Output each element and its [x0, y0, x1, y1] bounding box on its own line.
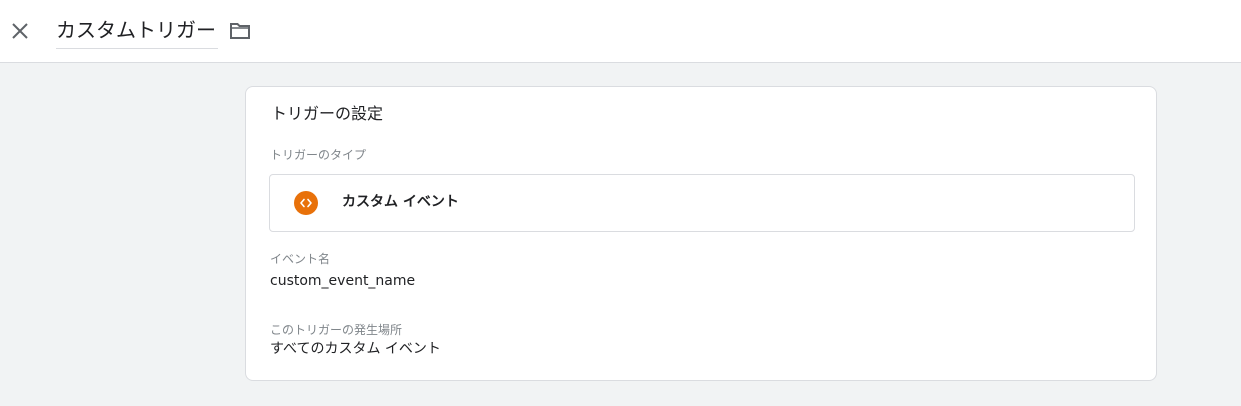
- folder-button[interactable]: [228, 19, 252, 43]
- trigger-name-input[interactable]: カスタムトリガー: [56, 14, 218, 49]
- card-title: トリガーの設定: [271, 104, 384, 123]
- trigger-type-name: カスタム イベント: [342, 194, 459, 210]
- fires-on-label: このトリガーの発生場所: [270, 323, 403, 337]
- code-brackets-icon: [294, 191, 318, 215]
- trigger-type-selector[interactable]: カスタム イベント: [269, 174, 1135, 232]
- event-name-value: custom_event_name: [270, 273, 416, 289]
- folder-icon: [230, 23, 250, 39]
- trigger-configuration-card: トリガーの設定 トリガーのタイプ カスタム イベント イベント名 custom_…: [245, 86, 1157, 381]
- close-button[interactable]: [8, 19, 32, 43]
- editor-header: カスタムトリガー: [0, 0, 1241, 63]
- fires-on-value: すべてのカスタム イベント: [270, 341, 441, 357]
- close-icon: [12, 23, 28, 39]
- event-name-label: イベント名: [270, 252, 331, 266]
- trigger-type-label: トリガーのタイプ: [270, 148, 367, 162]
